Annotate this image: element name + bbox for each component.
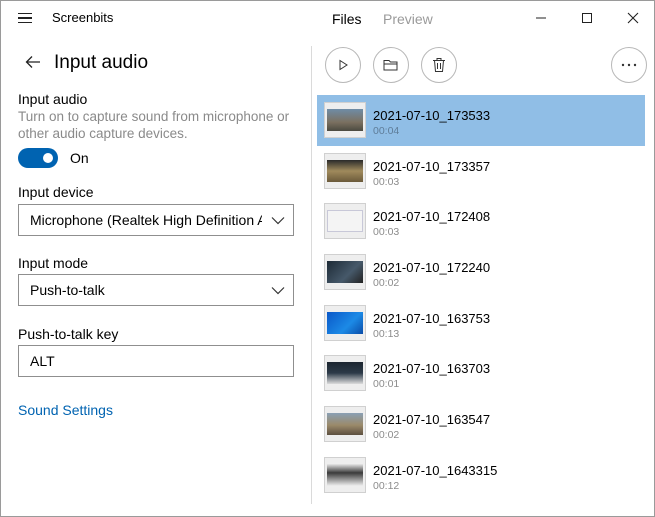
- file-duration: 00:04: [373, 125, 400, 137]
- list-item[interactable]: 2021-07-10_1643315 00:12: [317, 450, 645, 501]
- close-button[interactable]: [610, 1, 655, 35]
- file-name: 2021-07-10_163753: [373, 310, 491, 326]
- input-audio-toggle[interactable]: [18, 148, 58, 168]
- thumbnail: [324, 254, 366, 291]
- list-item[interactable]: 2021-07-10_172240 00:02: [317, 247, 645, 298]
- tab-files[interactable]: Files: [332, 11, 362, 27]
- page-title: Input audio: [54, 52, 149, 73]
- toggle-knob: [43, 153, 53, 163]
- ptt-key-value: ALT: [30, 353, 55, 369]
- input-device-value: Microphone (Realtek High Definition Audi…: [30, 212, 262, 228]
- list-item[interactable]: 2021-07-10_173357 00:03: [317, 146, 645, 197]
- input-mode-value: Push-to-talk: [30, 282, 105, 298]
- file-name: 2021-07-10_172240: [373, 260, 491, 276]
- minimize-button[interactable]: [518, 1, 564, 35]
- file-duration: 00:02: [373, 429, 400, 442]
- file-name: 2021-07-10_163547: [373, 412, 491, 428]
- delete-button[interactable]: [421, 47, 457, 83]
- file-duration: 00:02: [373, 277, 400, 290]
- thumbnail: [324, 304, 366, 341]
- play-icon: [339, 59, 348, 71]
- back-arrow-icon: [25, 56, 40, 68]
- list-item[interactable]: 2021-07-10_173533 00:04: [317, 95, 645, 146]
- minimize-icon: [536, 17, 546, 19]
- chevron-down-icon: [271, 217, 285, 225]
- file-name: 2021-07-10_163703: [373, 361, 491, 377]
- tab-preview[interactable]: Preview: [383, 11, 433, 27]
- input-mode-dropdown[interactable]: Push-to-talk: [18, 274, 294, 306]
- panel-divider: [311, 46, 312, 504]
- folder-icon: [383, 60, 398, 71]
- file-duration: 00:01: [373, 378, 400, 391]
- back-button[interactable]: [19, 49, 47, 75]
- delete-icon: [433, 58, 445, 72]
- sound-settings-link[interactable]: Sound Settings: [18, 402, 113, 418]
- maximize-icon: [582, 13, 592, 23]
- input-device-label: Input device: [18, 184, 94, 200]
- file-duration: 00:03: [373, 175, 400, 188]
- file-name: 2021-07-10_173533: [373, 108, 491, 123]
- ptt-key-label: Push-to-talk key: [18, 326, 119, 342]
- file-name: 2021-07-10_1643315: [373, 462, 498, 478]
- hamburger-menu-icon[interactable]: [11, 7, 39, 29]
- open-folder-button[interactable]: [373, 47, 409, 83]
- play-button[interactable]: [325, 47, 361, 83]
- list-item[interactable]: 2021-07-10_163703 00:01: [317, 348, 645, 399]
- recordings-list: 2021-07-10_173533 00:04 2021-07-10_17335…: [317, 95, 645, 501]
- file-duration: 00:13: [373, 327, 400, 340]
- input-device-dropdown[interactable]: Microphone (Realtek High Definition Audi…: [18, 204, 294, 236]
- list-item[interactable]: 2021-07-10_172408 00:03: [317, 196, 645, 247]
- close-icon: [627, 12, 639, 24]
- thumbnail: [324, 355, 366, 392]
- input-mode-label: Input mode: [18, 255, 89, 271]
- file-duration: 00:12: [373, 479, 400, 492]
- thumbnail: [324, 102, 366, 138]
- app-window: Screenbits Files Preview Input audio Inp…: [0, 0, 655, 517]
- file-name: 2021-07-10_173357: [373, 158, 491, 174]
- thumbnail: [324, 406, 366, 443]
- chevron-down-icon: [271, 287, 285, 295]
- thumbnail: [324, 152, 366, 189]
- input-audio-description: Turn on to capture sound from microphone…: [18, 109, 290, 141]
- maximize-button[interactable]: [564, 1, 610, 35]
- app-title: Screenbits: [52, 10, 114, 25]
- toggle-state-label: On: [70, 150, 89, 166]
- file-duration: 00:03: [373, 226, 400, 239]
- thumbnail: [324, 456, 366, 493]
- more-options-button[interactable]: [611, 47, 647, 83]
- list-item[interactable]: 2021-07-10_163753 00:13: [317, 298, 645, 349]
- input-audio-label: Input audio: [18, 91, 88, 107]
- list-item[interactable]: 2021-07-10_163547 00:02: [317, 399, 645, 450]
- title-bar: Screenbits Files Preview: [1, 1, 654, 35]
- file-name: 2021-07-10_172408: [373, 209, 491, 225]
- more-icon: [621, 63, 637, 67]
- thumbnail: [324, 203, 366, 240]
- ptt-key-input[interactable]: ALT: [18, 345, 294, 377]
